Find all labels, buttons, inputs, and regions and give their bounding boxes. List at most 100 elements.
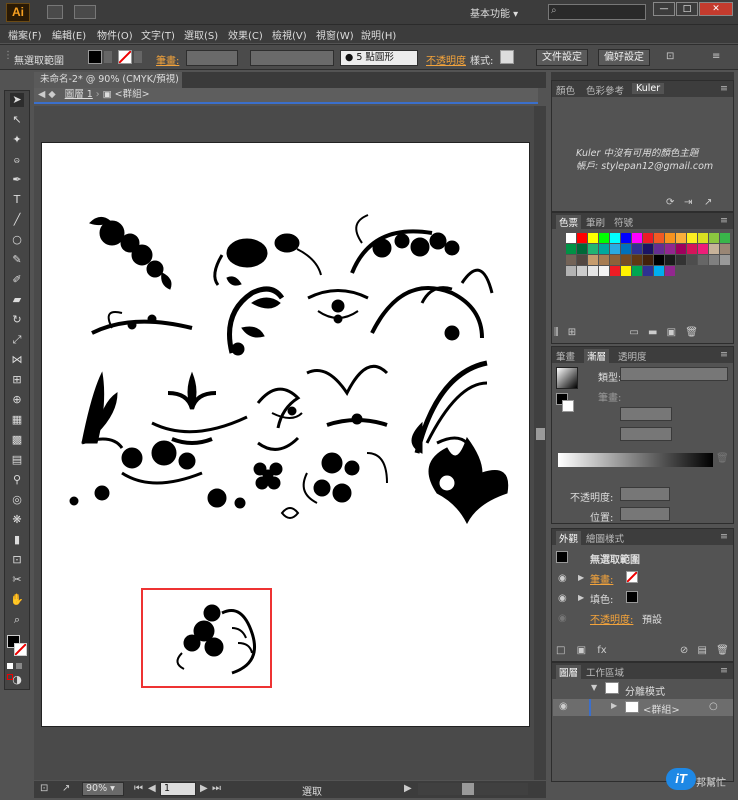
arrange-documents-icon[interactable] xyxy=(74,5,96,19)
artboard[interactable] xyxy=(41,142,530,727)
color-swatch[interactable] xyxy=(610,266,620,276)
color-swatch[interactable] xyxy=(654,244,664,254)
menu-select[interactable]: 選取(S) xyxy=(184,27,218,42)
color-swatch[interactable] xyxy=(676,233,686,243)
magic-wand-tool-icon[interactable]: ✦ xyxy=(10,133,24,147)
gradient-thumbnail[interactable] xyxy=(556,367,578,389)
opacity-label[interactable]: 不透明度 xyxy=(426,52,466,67)
color-swatch[interactable] xyxy=(621,255,631,265)
color-swatch[interactable] xyxy=(720,244,730,254)
delete-stop-icon[interactable]: 🗑 xyxy=(716,453,729,464)
color-swatch[interactable] xyxy=(632,233,642,243)
expand-arrow-icon[interactable]: ▶ xyxy=(578,573,584,582)
menu-object[interactable]: 物件(O) xyxy=(97,27,133,42)
style-swatch[interactable] xyxy=(500,50,514,64)
tab-swatches[interactable]: 色票 xyxy=(556,215,582,229)
layer-row-group[interactable]: ◉ ▶ <群組> ○ xyxy=(553,699,733,716)
breadcrumb-layer[interactable]: 圖層 1 xyxy=(59,89,93,100)
appearance-opacity-label[interactable]: 不透明度: xyxy=(590,611,633,626)
stroke-label[interactable]: 筆畫: xyxy=(156,52,179,67)
tab-artboards[interactable]: 工作區域 xyxy=(586,665,624,679)
layer-row-isolation[interactable]: ▼ 分離模式 xyxy=(553,681,733,698)
next-artboard-icon[interactable]: ▶ xyxy=(200,783,208,794)
tab-kuler[interactable]: Kuler xyxy=(632,83,665,94)
gradient-stroke-icon[interactable] xyxy=(562,400,574,412)
color-swatch[interactable] xyxy=(566,244,576,254)
color-swatch[interactable] xyxy=(687,244,697,254)
color-swatch[interactable] xyxy=(720,255,730,265)
tab-stroke[interactable]: 筆畫 xyxy=(556,349,575,363)
color-swatch[interactable] xyxy=(720,233,730,243)
menu-window[interactable]: 視窗(W) xyxy=(316,27,354,42)
back-arrow-icon[interactable]: ◀ xyxy=(34,89,45,100)
symbol-sprayer-tool-icon[interactable]: ❋ xyxy=(10,513,24,527)
minimize-button[interactable]: — xyxy=(653,2,675,16)
stroke-swatch[interactable] xyxy=(118,50,132,64)
gpu-preview-icon[interactable]: ⊡ xyxy=(40,783,48,794)
maximize-button[interactable]: □ xyxy=(676,2,698,16)
swatch-library-icon[interactable]: ⫼ xyxy=(554,327,559,338)
shape-builder-tool-icon[interactable]: ⊕ xyxy=(10,393,24,407)
color-swatch[interactable] xyxy=(709,233,719,243)
help-search-input[interactable]: ⌕ xyxy=(548,4,646,20)
color-swatch[interactable] xyxy=(654,233,664,243)
color-swatch[interactable] xyxy=(610,244,620,254)
color-mode-icons[interactable] xyxy=(7,661,27,680)
tab-color-guide[interactable]: 色彩參考 xyxy=(586,83,624,97)
rotate-tool-icon[interactable]: ↻ xyxy=(10,313,24,327)
artboard-tool-icon[interactable]: ⊡ xyxy=(10,553,24,567)
add-stroke-icon[interactable]: □ xyxy=(556,645,565,656)
color-swatch[interactable] xyxy=(687,233,697,243)
color-swatch[interactable] xyxy=(665,244,675,254)
menu-type[interactable]: 文字(T) xyxy=(141,27,175,42)
prev-artboard-icon[interactable]: ◀ xyxy=(148,783,156,794)
color-swatch[interactable] xyxy=(588,244,598,254)
panel-menu-icon[interactable]: ≡ xyxy=(720,215,728,226)
fill-dropdown-arrow[interactable] xyxy=(104,51,112,63)
status-menu-arrow[interactable]: ▶ xyxy=(404,783,412,794)
color-swatch[interactable] xyxy=(588,233,598,243)
color-swatch[interactable] xyxy=(577,244,587,254)
tab-graphic-styles[interactable]: 繪圖樣式 xyxy=(586,531,624,545)
perspective-grid-tool-icon[interactable]: ▦ xyxy=(10,413,24,427)
first-artboard-icon[interactable]: ⏮ xyxy=(134,783,143,794)
appearance-stroke-label[interactable]: 筆畫: xyxy=(590,571,613,586)
selection-tool-icon[interactable]: ➤ xyxy=(10,93,24,107)
color-swatch[interactable] xyxy=(577,266,587,276)
visibility-icon[interactable]: ◉ xyxy=(558,573,567,584)
document-settings-button[interactable]: 文件設定 xyxy=(536,49,588,66)
color-swatch[interactable] xyxy=(588,266,598,276)
menu-view[interactable]: 檢視(V) xyxy=(272,27,307,42)
color-swatch[interactable] xyxy=(665,255,675,265)
visibility-icon[interactable]: ◉ xyxy=(558,593,567,604)
new-swatch-icon[interactable]: ▣ xyxy=(661,327,676,338)
color-swatch[interactable] xyxy=(654,266,664,276)
pen-tool-icon[interactable]: ✒ xyxy=(10,173,24,187)
free-transform-tool-icon[interactable]: ⊞ xyxy=(10,373,24,387)
variable-width-dropdown[interactable] xyxy=(250,50,334,66)
menu-edit[interactable]: 編輯(E) xyxy=(52,27,86,42)
tab-appearance[interactable]: 外觀 xyxy=(556,531,582,545)
panel-menu-icon[interactable]: ≡ xyxy=(720,665,728,676)
panel-menu-icon[interactable]: ≡ xyxy=(720,83,728,94)
line-tool-icon[interactable]: ╱ xyxy=(10,213,24,227)
expand-arrow-icon[interactable]: ▶ xyxy=(578,593,584,602)
color-swatch[interactable] xyxy=(632,255,642,265)
gradient-type-dropdown[interactable] xyxy=(620,367,728,381)
align-icon[interactable]: ⊡ xyxy=(666,51,674,62)
refresh-icon[interactable]: ⟳ xyxy=(666,197,674,208)
delete-item-icon[interactable]: 🗑 xyxy=(710,645,729,656)
close-button[interactable]: ✕ xyxy=(699,2,733,16)
document-tab[interactable]: 未命名-2* @ 90% (CMYK/預視) ✕ xyxy=(34,72,182,101)
color-swatch[interactable] xyxy=(665,266,675,276)
kuler-extension-icon[interactable]: ↗ xyxy=(704,197,712,208)
color-swatch[interactable] xyxy=(599,266,609,276)
tab-brushes[interactable]: 筆刷 xyxy=(586,215,605,229)
swatch-kind-icon[interactable]: ⊞ xyxy=(562,327,576,338)
color-swatch[interactable] xyxy=(654,255,664,265)
eraser-tool-icon[interactable]: ▰ xyxy=(10,293,24,307)
color-swatch[interactable] xyxy=(577,233,587,243)
artboard-number-field[interactable]: 1 xyxy=(160,782,196,796)
tab-color[interactable]: 顏色 xyxy=(556,83,575,97)
color-swatch[interactable] xyxy=(621,244,631,254)
